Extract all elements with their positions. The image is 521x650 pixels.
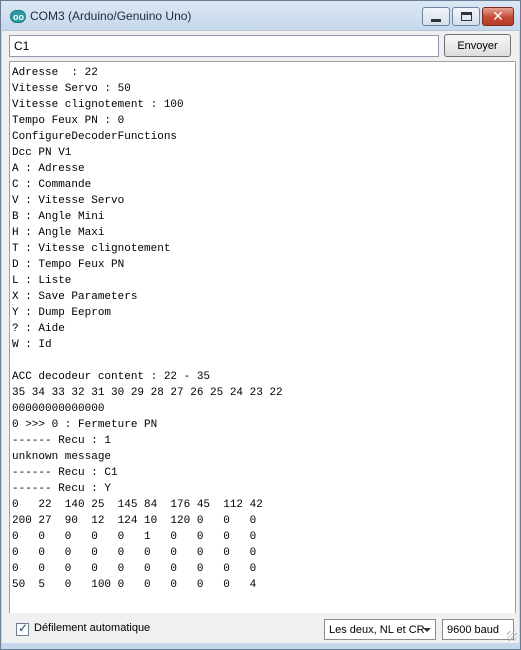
output-line: Vitesse clignotement : 100 xyxy=(12,99,184,111)
output-line: Vitesse Servo : 50 xyxy=(12,83,131,95)
title-bar[interactable]: oo COM3 (Arduino/Genuino Uno) ✕ xyxy=(1,1,520,31)
output-line: ------ Recu : C1 xyxy=(12,467,118,479)
output-line: 35 34 33 32 31 30 29 28 27 26 25 24 23 2… xyxy=(12,387,283,399)
close-button[interactable]: ✕ xyxy=(482,7,514,26)
output-line: ------ Recu : 1 xyxy=(12,435,112,447)
checkmark-icon: ✓ xyxy=(18,621,29,635)
chevron-down-icon xyxy=(423,628,431,632)
output-line: Dcc PN V1 xyxy=(12,147,72,159)
output-line: Y : Dump Eeprom xyxy=(12,307,112,319)
serial-monitor-window: oo COM3 (Arduino/Genuino Uno) ✕ Envoyer … xyxy=(0,0,521,650)
status-bar: ✓ Défilement automatique Les deux, NL et… xyxy=(2,613,519,643)
output-line: L : Liste xyxy=(12,275,72,287)
output-line: ------ Recu : Y xyxy=(12,483,112,495)
output-line: 0 >>> 0 : Fermeture PN xyxy=(12,419,158,431)
output-line: 200 27 90 12 124 10 120 0 0 0 xyxy=(12,515,257,527)
client-area: Envoyer Adresse : 22 Vitesse Servo : 50 Vi… xyxy=(2,30,519,643)
output-line: V : Vitesse Servo xyxy=(12,195,125,207)
send-button[interactable]: Envoyer xyxy=(444,34,511,57)
output-line: D : Tempo Feux PN xyxy=(12,259,125,271)
window-title: COM3 (Arduino/Genuino Uno) xyxy=(30,9,192,23)
autoscroll-label[interactable]: Défilement automatique xyxy=(34,622,150,634)
baud-rate-select[interactable]: 9600 baud xyxy=(442,619,514,640)
maximize-button[interactable] xyxy=(452,7,480,26)
serial-output[interactable]: Adresse : 22 Vitesse Servo : 50 Vitesse cl… xyxy=(9,61,516,641)
output-line: T : Vitesse clignotement xyxy=(12,243,171,255)
output-line: 0 0 0 0 0 0 0 0 0 0 xyxy=(12,547,257,559)
output-line: ConfigureDecoderFunctions xyxy=(12,131,178,143)
output-line: A : Adresse xyxy=(12,163,85,175)
output-line: 0 22 140 25 145 84 176 45 112 42 xyxy=(12,499,263,511)
output-line: 00000000000000 xyxy=(12,403,105,415)
minimize-icon xyxy=(431,18,441,22)
close-icon: ✕ xyxy=(492,8,504,25)
output-line: 0 0 0 0 0 1 0 0 0 0 xyxy=(12,531,257,543)
serial-output-lines: Adresse : 22 Vitesse Servo : 50 Vitesse cl… xyxy=(12,65,512,593)
output-line: ? : Aide xyxy=(12,323,65,335)
resize-grip-icon[interactable] xyxy=(507,631,517,641)
command-input[interactable] xyxy=(9,35,439,57)
output-line: C : Commande xyxy=(12,179,92,191)
output-line: H : Angle Maxi xyxy=(12,227,105,239)
output-line: unknown message xyxy=(12,451,112,463)
line-ending-value: Les deux, NL et CR xyxy=(329,623,425,636)
output-line: W : Id xyxy=(12,339,52,351)
output-line: B : Angle Mini xyxy=(12,211,105,223)
output-line: 0 0 0 0 0 0 0 0 0 0 xyxy=(12,563,257,575)
line-ending-select[interactable]: Les deux, NL et CR xyxy=(324,619,436,640)
output-line: Tempo Feux PN : 0 xyxy=(12,115,125,127)
maximize-icon xyxy=(460,12,472,21)
minimize-button[interactable] xyxy=(422,7,450,26)
output-line: X : Save Parameters xyxy=(12,291,138,303)
arduino-icon: oo xyxy=(10,10,26,23)
output-line: 50 5 0 100 0 0 0 0 0 4 xyxy=(12,579,257,591)
autoscroll-checkbox[interactable]: ✓ xyxy=(16,621,29,636)
baud-rate-value: 9600 baud xyxy=(447,623,499,636)
output-line: ACC decodeur content : 22 - 35 xyxy=(12,371,211,383)
output-line: Adresse : 22 xyxy=(12,67,98,79)
arduino-icon-text: oo xyxy=(13,12,24,22)
